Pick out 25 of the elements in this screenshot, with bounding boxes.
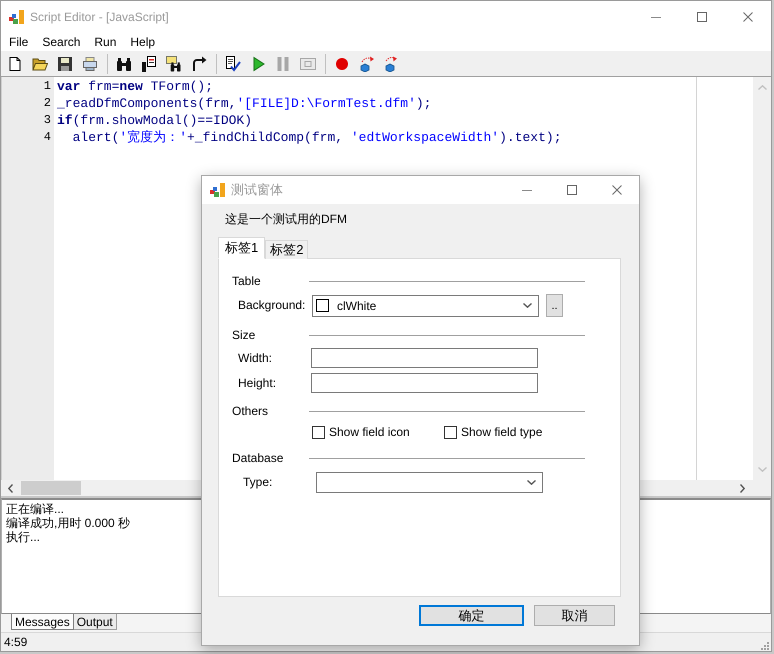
code-line: alert('宽度为：'+_findChildComp(frm, 'edtWorkspaceWidth').text);	[72, 129, 562, 146]
code-line: if(frm.showModal()==IDOK)	[57, 112, 252, 129]
line-number: 1	[44, 78, 51, 95]
checkbox-label: Show field icon	[329, 425, 410, 440]
field-label: Height:	[237, 376, 278, 390]
field-label: Width:	[237, 350, 274, 366]
section-heading: Others	[232, 404, 270, 418]
code-line: var frm=new TForm();	[57, 78, 214, 95]
line-number: 2	[44, 95, 51, 112]
code-line: _readDfmComponents(frm,'[FILE]D:\FormTest.dfm');	[57, 95, 432, 112]
message-line: 正在编译...	[6, 502, 64, 516]
cursor-position: 4:59	[4, 635, 28, 649]
message-line: 编译成功,用时 0.000 秒	[6, 516, 130, 530]
section-heading: Database	[232, 450, 284, 466]
window-title: Script Editor - [JavaScript]	[30, 9, 169, 26]
dialog-caption: 这是一个测试用的DFM	[225, 212, 347, 227]
line-number: 4	[44, 129, 51, 146]
field-label: Type:	[242, 475, 274, 490]
message-line: 执行...	[6, 530, 40, 544]
checkbox-label: Show field type	[461, 425, 542, 440]
dialog-title: 测试窗体	[231, 181, 283, 200]
line-number: 3	[44, 112, 51, 129]
field-label: Background:	[237, 298, 306, 313]
section-heading: Size	[232, 328, 256, 342]
section-heading: Table	[232, 274, 262, 288]
